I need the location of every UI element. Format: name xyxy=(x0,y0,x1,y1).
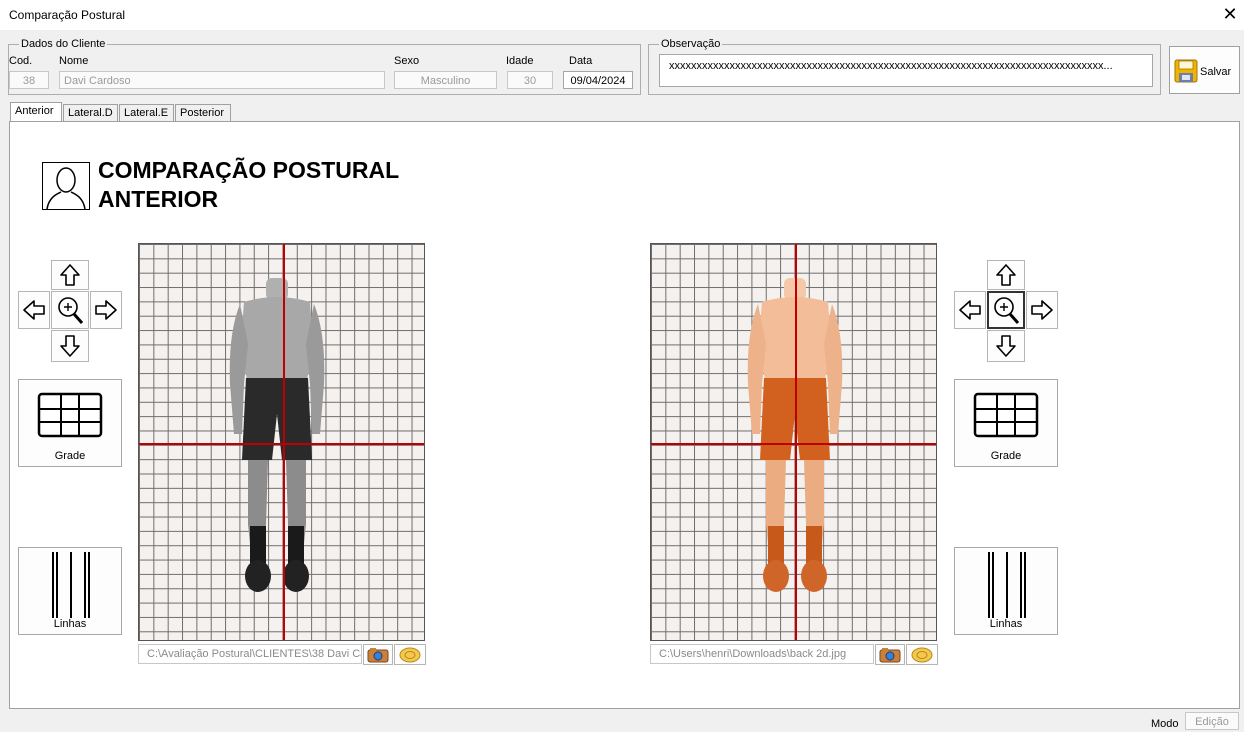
move-up-button-right[interactable] xyxy=(987,260,1025,290)
tab-lateral-d[interactable]: Lateral.D xyxy=(63,104,118,121)
zoom-in-icon xyxy=(994,297,1020,324)
grid-icon xyxy=(973,392,1039,438)
grid-icon xyxy=(37,392,103,438)
posture-image-right[interactable] xyxy=(650,243,937,641)
camera-icon xyxy=(367,647,389,662)
sexo-label: Sexo xyxy=(394,55,420,67)
arrow-right-icon xyxy=(1031,300,1053,320)
page-title-line1: COMPARAÇÃO POSTURAL xyxy=(98,157,400,183)
arrow-right-icon xyxy=(95,300,117,320)
vertical-guide-line-left[interactable] xyxy=(283,244,285,640)
arrow-down-icon xyxy=(996,335,1016,357)
modo-label: Modo xyxy=(1151,718,1179,730)
arrow-down-icon xyxy=(60,335,80,357)
vertical-lines-icon xyxy=(988,552,1026,618)
grade-label-right: Grade xyxy=(990,450,1022,462)
observacao-field[interactable]: xxxxxxxxxxxxxxxxxxxxxxxxxxxxxxxxxxxxxxxx… xyxy=(659,54,1153,87)
close-icon[interactable]: ✕ xyxy=(1222,4,1238,25)
observacao-legend: Observação xyxy=(659,38,723,50)
zoom-in-icon xyxy=(58,297,84,324)
camera-icon xyxy=(879,647,901,662)
linhas-button-left[interactable]: Linhas xyxy=(18,547,122,635)
posture-image-left[interactable] xyxy=(138,243,425,641)
horizontal-guide-line-left[interactable] xyxy=(139,443,424,445)
gold-disc-icon xyxy=(911,647,933,662)
window-title: Comparação Postural xyxy=(9,8,126,22)
body-silhouette-left xyxy=(229,278,325,592)
grade-button-right[interactable]: Grade xyxy=(954,379,1058,467)
modo-field: Edição xyxy=(1185,712,1239,730)
load-image-button-left[interactable] xyxy=(363,644,393,665)
zoom-button[interactable] xyxy=(51,291,89,329)
tab-lateral-e[interactable]: Lateral.E xyxy=(119,104,174,121)
data-label: Data xyxy=(569,55,593,67)
move-down-button-right[interactable] xyxy=(987,330,1025,362)
arrow-up-icon xyxy=(60,264,80,286)
idade-field[interactable]: 30 xyxy=(507,71,553,89)
vertical-lines-icon xyxy=(52,552,90,618)
arrow-left-icon xyxy=(959,300,981,320)
move-left-button-right[interactable] xyxy=(954,291,986,329)
tab-posterior[interactable]: Posterior xyxy=(175,104,231,121)
cod-field[interactable]: 38 xyxy=(9,71,49,89)
move-left-button[interactable] xyxy=(18,291,50,329)
save-button-label: Salvar xyxy=(1200,66,1232,78)
title-bar: Comparação Postural ✕ xyxy=(0,0,1244,30)
data-field[interactable]: 09/04/2024 xyxy=(563,71,633,89)
move-right-button[interactable] xyxy=(90,291,122,329)
linhas-label-right: Linhas xyxy=(989,618,1023,630)
vertical-guide-line-right[interactable] xyxy=(795,244,797,640)
linhas-label-left: Linhas xyxy=(53,618,87,630)
arrow-up-icon xyxy=(996,264,1016,286)
reset-image-button-right[interactable] xyxy=(906,644,938,665)
move-up-button[interactable] xyxy=(51,260,89,290)
horizontal-guide-line-right[interactable] xyxy=(651,443,936,445)
arrow-left-icon xyxy=(23,300,45,320)
gold-disc-icon xyxy=(399,647,421,662)
nome-field[interactable]: Davi Cardoso xyxy=(59,71,385,89)
grade-button-left[interactable]: Grade xyxy=(18,379,122,467)
grade-label-left: Grade xyxy=(54,450,86,462)
person-head-icon xyxy=(42,162,90,210)
tab-anterior[interactable]: Anterior xyxy=(10,102,62,121)
linhas-button-right[interactable]: Linhas xyxy=(954,547,1058,635)
cod-label: Cod. xyxy=(9,55,33,67)
zoom-button-right[interactable] xyxy=(987,291,1025,329)
image-path-right[interactable]: C:\Users\henri\Downloads\back 2d.jpg xyxy=(650,644,874,664)
client-data-legend: Dados do Cliente xyxy=(19,38,108,50)
load-image-button-right[interactable] xyxy=(875,644,905,665)
idade-label: Idade xyxy=(506,55,534,67)
floppy-disk-icon xyxy=(1174,59,1198,86)
move-down-button[interactable] xyxy=(51,330,89,362)
nome-label: Nome xyxy=(59,55,89,67)
sexo-field[interactable]: Masculino xyxy=(394,71,497,89)
page-title-line2: ANTERIOR xyxy=(98,186,219,212)
move-right-button-right[interactable] xyxy=(1026,291,1058,329)
save-button[interactable]: Salvar xyxy=(1169,46,1240,94)
image-path-left[interactable]: C:\Avaliação Postural\CLIENTES\38 Davi C… xyxy=(138,644,362,664)
reset-image-button-left[interactable] xyxy=(394,644,426,665)
